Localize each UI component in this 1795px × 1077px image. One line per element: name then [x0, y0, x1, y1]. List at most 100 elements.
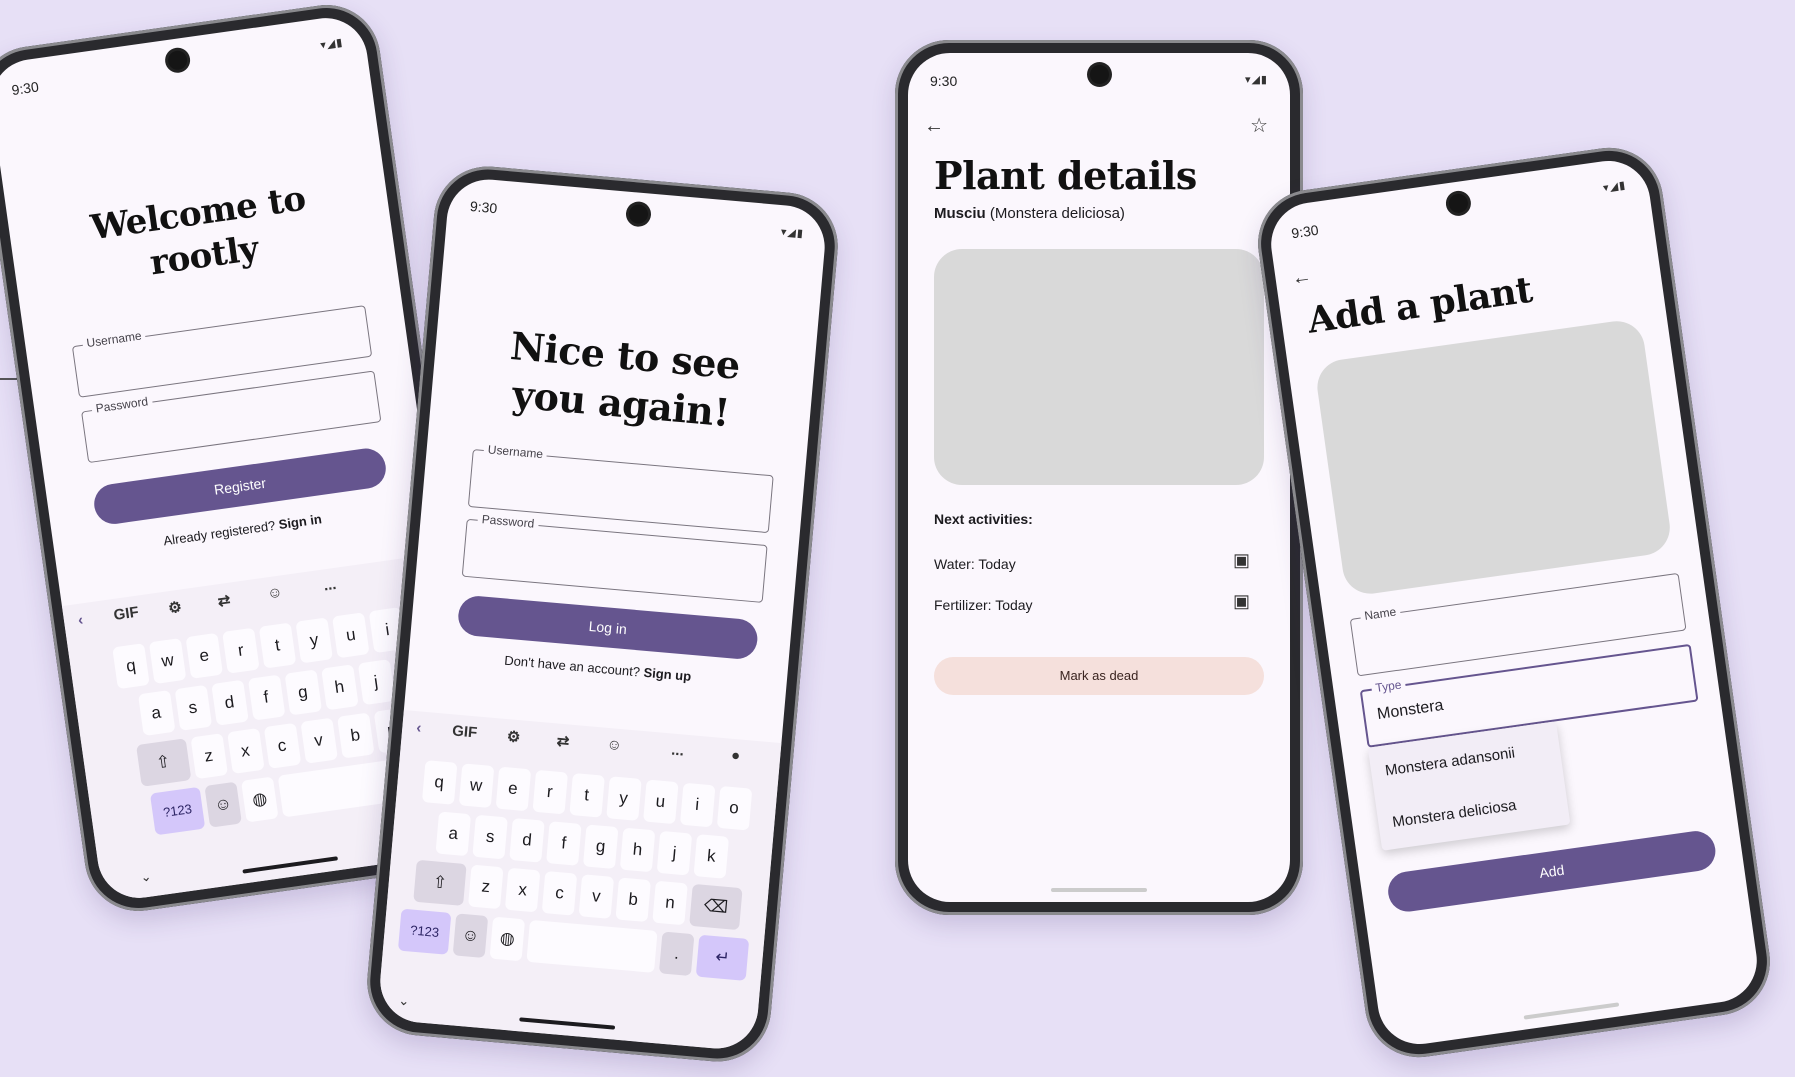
key-w[interactable]: w [458, 763, 494, 808]
key-s[interactable]: s [174, 684, 212, 731]
translate-icon[interactable]: ⇄ [217, 591, 232, 611]
emoji-key[interactable]: ☺ [452, 913, 489, 959]
backspace-icon[interactable]: ⌫ [689, 883, 743, 931]
translate-icon[interactable]: ⇄ [556, 732, 570, 751]
settings-icon[interactable]: ⚙ [506, 727, 521, 746]
plant-name: Musciu [934, 205, 986, 222]
key-j[interactable]: j [656, 830, 693, 876]
period-key[interactable]: . [658, 931, 695, 977]
gesture-bar [1523, 1002, 1620, 1020]
key-q[interactable]: q [421, 760, 457, 805]
symbols-key[interactable]: ?123 [149, 786, 206, 836]
password-field[interactable]: Password [461, 511, 768, 603]
hide-keyboard-icon[interactable]: ⌄ [398, 993, 410, 1010]
plant-species: (Monstera deliciosa) [989, 205, 1125, 222]
phone-plant-details: 9:30 ▾◢▮ ← ☆ Plant details Musciu (Monst… [895, 40, 1303, 915]
next-activities-label: Next activities: [934, 511, 1033, 527]
collapse-icon[interactable]: ‹ [416, 719, 422, 736]
key-y[interactable]: y [295, 617, 333, 664]
more-icon[interactable]: ... [323, 576, 338, 595]
microphone-icon[interactable]: ● [730, 747, 741, 765]
phone-add-plant: 9:30 ▾◢▮ ← Add a plant Name Type Monster… [1251, 140, 1777, 1065]
key-g[interactable]: g [582, 824, 619, 870]
front-camera [166, 49, 188, 72]
key-z[interactable]: z [190, 733, 228, 780]
key-c[interactable]: c [263, 722, 301, 769]
key-h[interactable]: h [320, 664, 359, 711]
login-button[interactable]: Log in [456, 594, 760, 661]
key-r[interactable]: r [532, 769, 568, 815]
key-k[interactable]: k [693, 834, 730, 879]
page-title: Nice to see you again! [508, 323, 742, 435]
key-u[interactable]: u [332, 612, 370, 659]
front-camera [627, 203, 649, 225]
key-z[interactable]: z [468, 864, 504, 910]
mark-as-dead-button[interactable]: Mark as dead [934, 657, 1264, 695]
key-a[interactable]: a [137, 690, 176, 737]
wifi-signal-battery-icon: ▾◢▮ [780, 226, 805, 241]
calendar-icon[interactable]: ▣ [1233, 591, 1250, 612]
add-plant-screen: 9:30 ▾◢▮ ← Add a plant Name Type Monster… [1265, 155, 1763, 1050]
key-s[interactable]: s [472, 814, 508, 860]
symbols-key[interactable]: ?123 [397, 908, 452, 955]
key-r[interactable]: r [222, 627, 260, 674]
gif-key[interactable]: GIF [113, 604, 140, 624]
key-d[interactable]: d [509, 817, 545, 863]
front-camera [1090, 65, 1109, 84]
activity-fertilizer: Fertilizer: Today [934, 597, 1033, 613]
enter-icon[interactable]: ↵ [695, 934, 750, 981]
key-e[interactable]: e [495, 766, 531, 812]
sticker-icon[interactable]: ☺ [606, 736, 623, 754]
hide-keyboard-icon[interactable]: ⌄ [139, 868, 152, 885]
more-icon[interactable]: ... [671, 742, 685, 760]
status-time: 9:30 [469, 197, 498, 217]
key-h[interactable]: h [619, 827, 656, 873]
key-a[interactable]: a [435, 811, 472, 857]
key-n[interactable]: n [652, 880, 688, 926]
key-e[interactable]: e [185, 632, 224, 679]
emoji-key[interactable]: ☺ [204, 781, 242, 828]
key-d[interactable]: d [210, 679, 249, 726]
key-t[interactable]: t [258, 622, 297, 669]
key-u[interactable]: u [642, 779, 679, 825]
key-x[interactable]: x [226, 728, 265, 775]
page-title: Welcome to rootly [88, 178, 308, 283]
key-v[interactable]: v [578, 874, 615, 919]
calendar-icon[interactable]: ▣ [1233, 550, 1250, 571]
key-o[interactable]: o [716, 785, 752, 831]
globe-icon[interactable]: ◍ [241, 776, 279, 823]
space-key[interactable] [526, 919, 658, 973]
collapse-icon[interactable]: ‹ [77, 611, 84, 629]
globe-icon[interactable]: ◍ [489, 916, 526, 962]
sticker-icon[interactable]: ☺ [266, 583, 284, 602]
key-q[interactable]: q [112, 643, 150, 690]
key-i[interactable]: i [679, 782, 715, 828]
key-c[interactable]: c [541, 870, 578, 916]
signup-link[interactable]: Sign up [643, 665, 692, 684]
gif-key[interactable]: GIF [452, 722, 478, 741]
signin-link[interactable]: Sign in [278, 511, 323, 532]
shift-icon[interactable]: ⇧ [135, 738, 191, 787]
key-w[interactable]: w [148, 637, 187, 685]
key-b[interactable]: b [336, 712, 375, 759]
wifi-signal-battery-icon: ▾◢▮ [1602, 179, 1627, 195]
key-j[interactable]: j [357, 659, 395, 706]
plant-image-placeholder [934, 249, 1264, 485]
settings-icon[interactable]: ⚙ [167, 598, 183, 618]
key-b[interactable]: b [615, 877, 651, 923]
arrow-back-icon[interactable]: ← [924, 115, 944, 138]
key-f[interactable]: f [247, 674, 285, 721]
plant-image-placeholder[interactable] [1313, 317, 1674, 598]
shift-icon[interactable]: ⇧ [413, 859, 467, 906]
gesture-bar [1051, 888, 1147, 892]
arrow-back-icon[interactable]: ← [1290, 265, 1313, 291]
wifi-signal-battery-icon: ▾◢▮ [319, 36, 345, 52]
key-x[interactable]: x [504, 867, 541, 913]
phone-login: 9:30 ▾◢▮ Nice to see you again! Username… [362, 162, 843, 1066]
star-outline-icon[interactable]: ☆ [1250, 113, 1268, 138]
key-v[interactable]: v [299, 717, 338, 764]
key-g[interactable]: g [284, 669, 322, 716]
key-t[interactable]: t [568, 772, 605, 818]
key-f[interactable]: f [546, 821, 582, 866]
key-y[interactable]: y [605, 776, 642, 821]
